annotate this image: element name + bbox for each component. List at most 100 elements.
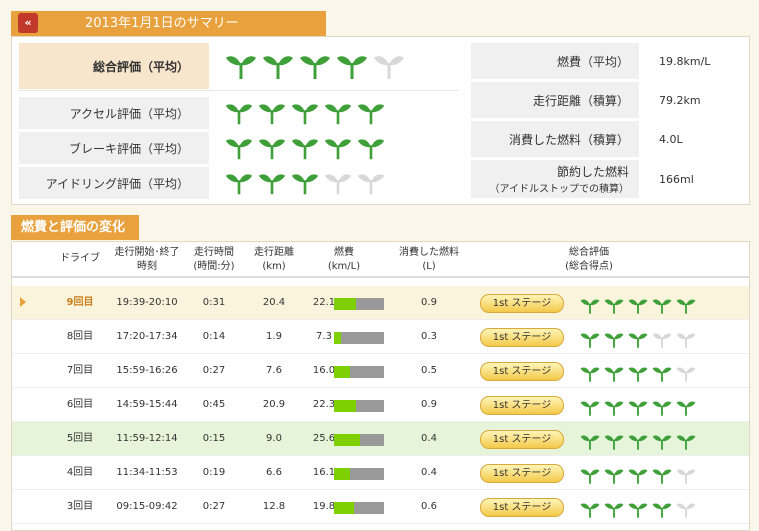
sprout-icon bbox=[628, 295, 648, 318]
stage-button[interactable]: 1st ステージ bbox=[480, 498, 564, 517]
stage-button[interactable]: 1st ステージ bbox=[480, 464, 564, 483]
sprout-icon bbox=[580, 397, 600, 420]
distance-value: 79.2km bbox=[659, 93, 701, 107]
table-row[interactable]: 7回目 15:59-16:26 0:27 7.6 16.0 0.5 1st ステージ bbox=[12, 354, 749, 388]
idling-rating-row: アイドリング評価（平均） bbox=[19, 167, 459, 199]
economy-bar-fill bbox=[334, 468, 351, 480]
sprout-icon bbox=[580, 295, 600, 318]
sprout-icon bbox=[357, 168, 385, 199]
sprout-icon bbox=[676, 363, 696, 386]
cell-drive: 7回目 bbox=[66, 365, 94, 376]
cell-duration: 0:27 bbox=[202, 365, 226, 376]
cell-fuel: 0.4 bbox=[421, 467, 437, 478]
cell-duration: 0:15 bbox=[202, 433, 226, 444]
change-title: 燃費と評価の変化 bbox=[21, 220, 126, 235]
row-rating-sprouts bbox=[580, 295, 696, 318]
sprout-icon bbox=[652, 329, 672, 352]
economy-bar bbox=[334, 502, 384, 514]
sprout-icon bbox=[604, 431, 624, 454]
table-row[interactable]: 3回目 09:15-09:42 0:27 12.8 19.8 0.6 1st ステージ bbox=[12, 490, 749, 524]
cell-drive: 9回目 bbox=[66, 297, 94, 308]
economy-bar bbox=[334, 366, 384, 378]
sprout-icon bbox=[291, 168, 319, 199]
fuel-used-value: 4.0L bbox=[659, 132, 683, 146]
economy-bar bbox=[334, 468, 384, 480]
th-duration: 走行時間 (時間:分) bbox=[193, 247, 235, 272]
th-fuel: 消費した燃料 (L) bbox=[399, 247, 459, 272]
cell-time: 14:59-15:44 bbox=[116, 399, 178, 410]
table-row[interactable]: 9回目 19:39-20:10 0:31 20.4 22.1 0.9 1st ステージ bbox=[12, 286, 749, 320]
table-row[interactable]: 8回目 17:20-17:34 0:14 1.9 7.3 0.3 1st ステージ bbox=[12, 320, 749, 354]
row-rating-sprouts bbox=[580, 397, 696, 420]
sprout-icon bbox=[604, 397, 624, 420]
cell-fuel: 0.4 bbox=[421, 433, 437, 444]
table-row[interactable]: 4回目 11:34-11:53 0:19 6.6 16.1 0.4 1st ステージ bbox=[12, 456, 749, 490]
stage-button[interactable]: 1st ステージ bbox=[480, 328, 564, 347]
sprout-icon bbox=[604, 465, 624, 488]
cell-drive: 3回目 bbox=[66, 501, 94, 512]
sprout-icon bbox=[225, 133, 253, 164]
economy-bar bbox=[334, 298, 384, 310]
cell-distance: 20.9 bbox=[262, 399, 286, 410]
stage-button[interactable]: 1st ステージ bbox=[480, 362, 564, 381]
sprout-icon bbox=[225, 168, 253, 199]
economy-bar-fill bbox=[334, 434, 360, 446]
cell-distance: 9.0 bbox=[266, 433, 282, 444]
cell-distance: 1.9 bbox=[266, 331, 282, 342]
sprout-icon bbox=[652, 363, 672, 386]
sprout-icon bbox=[291, 98, 319, 129]
sprout-icon bbox=[604, 363, 624, 386]
sprout-icon bbox=[258, 168, 286, 199]
brake-rating-row: ブレーキ評価（平均） bbox=[19, 132, 459, 164]
double-chevron-left-icon[interactable]: « bbox=[18, 13, 38, 33]
stage-button[interactable]: 1st ステージ bbox=[480, 430, 564, 449]
economy-bar-fill bbox=[334, 400, 357, 412]
cell-time: 19:39-20:10 bbox=[116, 297, 178, 308]
sprout-icon bbox=[652, 465, 672, 488]
cell-time: 15:59-16:26 bbox=[116, 365, 178, 376]
distance-label: 走行距離（積算） bbox=[471, 82, 639, 118]
cell-fuel: 0.9 bbox=[421, 297, 437, 308]
cell-time: 17:20-17:34 bbox=[116, 331, 178, 342]
sprout-icon bbox=[676, 329, 696, 352]
economy-bar-fill bbox=[334, 502, 354, 514]
cell-time: 09:15-09:42 bbox=[116, 501, 178, 512]
row-rating-sprouts bbox=[580, 499, 696, 522]
sprout-icon bbox=[580, 363, 600, 386]
accel-rating-label: アクセル評価（平均） bbox=[19, 97, 209, 129]
fuel-economy-row: 燃費（平均） 19.8km/L bbox=[471, 43, 741, 79]
fuel-used-label: 消費した燃料（積算） bbox=[471, 121, 639, 157]
th-time: 走行開始･終了 時刻 bbox=[114, 247, 180, 272]
sprout-icon bbox=[580, 499, 600, 522]
fuel-used-row: 消費した燃料（積算） 4.0L bbox=[471, 121, 741, 157]
sprout-icon bbox=[357, 133, 385, 164]
cell-fuel: 0.9 bbox=[421, 399, 437, 410]
sprout-icon bbox=[580, 329, 600, 352]
sprout-icon bbox=[652, 431, 672, 454]
cell-duration: 0:14 bbox=[202, 331, 226, 342]
sprout-icon bbox=[604, 499, 624, 522]
sprout-icon bbox=[652, 397, 672, 420]
stage-button[interactable]: 1st ステージ bbox=[480, 396, 564, 415]
distance-row: 走行距離（積算） 79.2km bbox=[471, 82, 741, 118]
sprout-icon bbox=[628, 397, 648, 420]
row-rating-sprouts bbox=[580, 431, 696, 454]
sprout-icon bbox=[676, 431, 696, 454]
sprout-icon bbox=[676, 465, 696, 488]
sprout-icon bbox=[225, 98, 253, 129]
row-rating-sprouts bbox=[580, 329, 696, 352]
play-arrow-icon bbox=[20, 297, 26, 307]
cell-fuel: 0.6 bbox=[421, 501, 437, 512]
fuel-saved-sublabel: （アイドルストップでの積算） bbox=[489, 184, 630, 195]
cell-distance: 6.6 bbox=[266, 467, 282, 478]
overall-rating-sprouts bbox=[209, 49, 405, 84]
sprout-icon bbox=[225, 49, 257, 84]
stage-button[interactable]: 1st ステージ bbox=[480, 294, 564, 313]
sprout-icon bbox=[604, 295, 624, 318]
table-row[interactable]: 5回目 11:59-12:14 0:15 9.0 25.6 0.4 1st ステージ bbox=[12, 422, 749, 456]
sprout-icon bbox=[676, 295, 696, 318]
summary-tab: 2013年1月1日のサマリー bbox=[11, 11, 326, 36]
table-row[interactable]: 6回目 14:59-15:44 0:45 20.9 22.3 0.9 1st ステージ bbox=[12, 388, 749, 422]
sprout-icon bbox=[258, 133, 286, 164]
cell-duration: 0:27 bbox=[202, 501, 226, 512]
